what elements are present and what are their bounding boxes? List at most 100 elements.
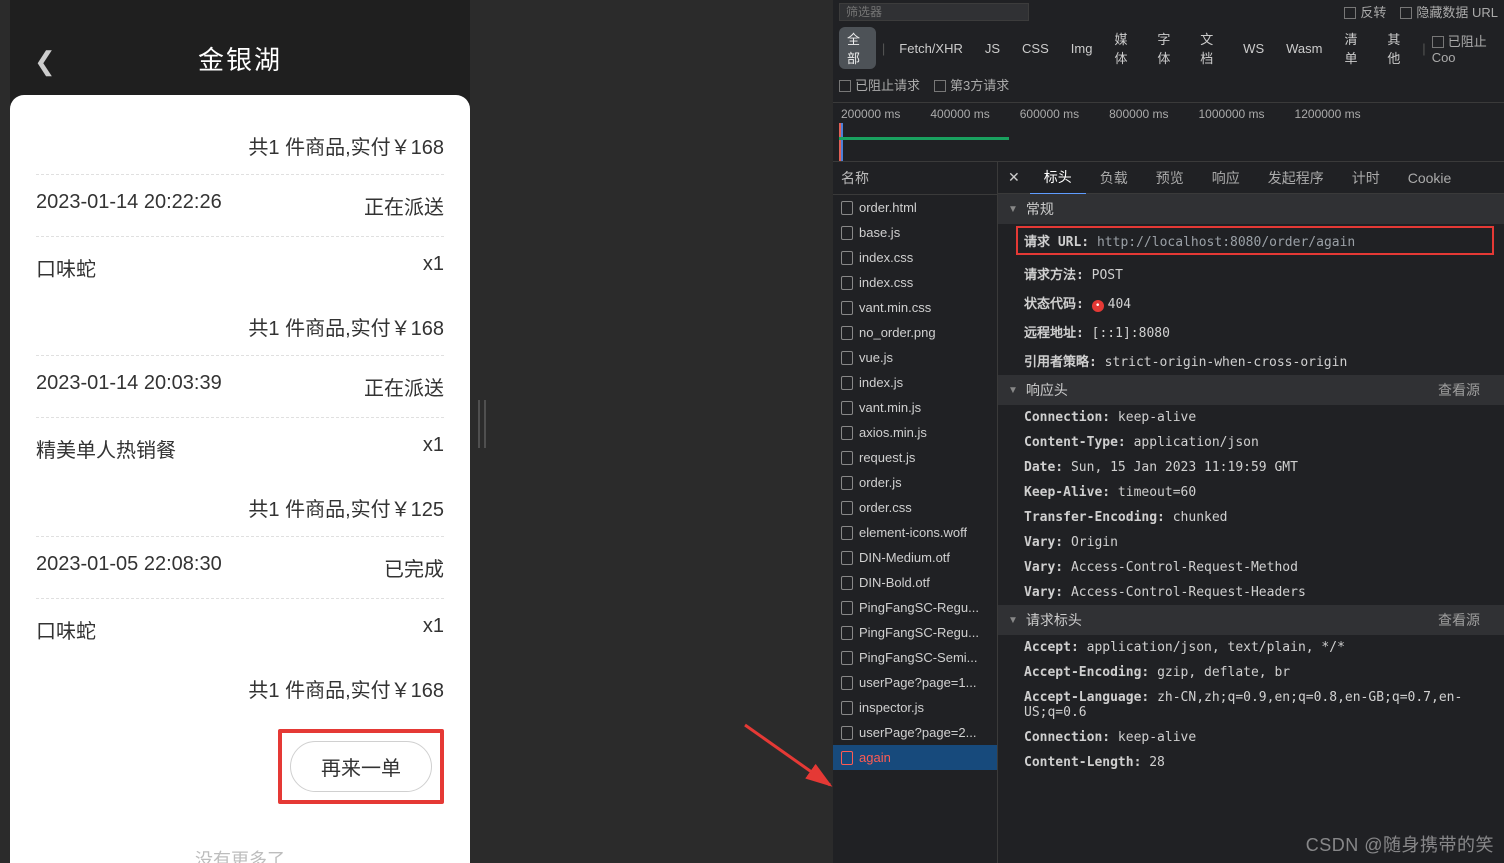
request-row[interactable]: again (833, 745, 997, 770)
file-icon (841, 251, 853, 265)
type-pill[interactable]: Img (1063, 39, 1101, 58)
tab-cookie[interactable]: Cookie (1394, 164, 1466, 192)
request-row[interactable]: PingFangSC-Regu... (833, 595, 997, 620)
type-pill[interactable]: JS (977, 39, 1008, 58)
file-icon (841, 401, 853, 415)
kv-key: Connection: (1024, 410, 1110, 425)
kv-key: Date: (1024, 460, 1063, 475)
tab-timing[interactable]: 计时 (1338, 162, 1394, 194)
kv-val: strict-origin-when-cross-origin (1105, 355, 1348, 370)
file-name: vant.min.js (859, 400, 921, 415)
file-icon (841, 426, 853, 440)
request-row[interactable]: index.js (833, 370, 997, 395)
request-row[interactable]: vant.min.css (833, 295, 997, 320)
filter-input[interactable] (839, 3, 1029, 21)
order-row[interactable]: 2023-01-14 20:03:39 正在派送 (36, 355, 444, 417)
type-pill-all[interactable]: 全部 (839, 27, 876, 69)
kv-key: Transfer-Encoding: (1024, 510, 1165, 525)
type-pill[interactable]: Wasm (1278, 39, 1330, 58)
reorder-button[interactable]: 再来一单 (290, 741, 432, 792)
watermark: CSDN @随身携带的笑 (1306, 831, 1494, 857)
file-icon (841, 551, 853, 565)
type-pill[interactable]: Fetch/XHR (891, 39, 971, 58)
request-row[interactable]: order.js (833, 470, 997, 495)
section-general[interactable]: ▼ 常规 (998, 194, 1504, 224)
order-status: 正在派送 (364, 191, 444, 220)
file-icon (841, 751, 853, 765)
file-icon (841, 376, 853, 390)
kv-val: keep-alive (1118, 410, 1196, 425)
order-item-row: 口味蛇 x1 (36, 598, 444, 660)
request-row[interactable]: userPage?page=2... (833, 720, 997, 745)
request-row[interactable]: PingFangSC-Semi... (833, 645, 997, 670)
file-name: again (859, 750, 891, 765)
type-pill[interactable]: 媒体 (1106, 27, 1143, 69)
order-list[interactable]: 共1 件商品,实付￥168 2023-01-14 20:22:26 正在派送 口… (10, 95, 470, 863)
headers-body[interactable]: ▼ 常规 请求 URL: http://localhost:8080/order… (998, 194, 1504, 863)
request-row[interactable]: vant.min.js (833, 395, 997, 420)
order-row[interactable]: 2023-01-05 22:08:30 已完成 (36, 536, 444, 598)
type-pill[interactable]: WS (1235, 39, 1272, 58)
file-icon (841, 576, 853, 590)
type-pill[interactable]: 字体 (1149, 27, 1186, 69)
kv-val: Access-Control-Request-Method (1071, 560, 1298, 575)
reorder-wrap: 再来一单 (36, 717, 444, 822)
view-source-link[interactable]: 查看源 (1438, 610, 1494, 630)
request-row[interactable]: order.css (833, 495, 997, 520)
request-row[interactable]: request.js (833, 445, 997, 470)
tab-preview[interactable]: 预览 (1142, 162, 1198, 194)
close-icon[interactable]: ✕ (998, 169, 1030, 186)
tab-headers[interactable]: 标头 (1030, 161, 1086, 195)
request-list[interactable]: order.htmlbase.jsindex.cssindex.cssvant.… (833, 195, 997, 863)
tick: 400000 ms (930, 107, 989, 121)
file-name: element-icons.woff (859, 525, 967, 540)
file-name: userPage?page=2... (859, 725, 976, 740)
tab-response[interactable]: 响应 (1198, 162, 1254, 194)
split-drag-handle[interactable] (475, 400, 489, 448)
request-row[interactable]: userPage?page=1... (833, 670, 997, 695)
request-row[interactable]: no_order.png (833, 320, 997, 345)
request-row[interactable]: index.css (833, 270, 997, 295)
request-row[interactable]: vue.js (833, 345, 997, 370)
type-pill[interactable]: 文档 (1192, 27, 1229, 69)
chevron-down-icon: ▼ (1008, 385, 1018, 396)
name-column-header[interactable]: 名称 (833, 162, 997, 195)
order-row[interactable]: 2023-01-14 20:22:26 正在派送 (36, 174, 444, 236)
type-pill[interactable]: 其他 (1379, 27, 1416, 69)
blocked-req-checkbox[interactable]: 已阻止请求 (839, 75, 920, 94)
request-row[interactable]: base.js (833, 220, 997, 245)
resource-type-filters: 全部 | Fetch/XHR JS CSS Img 媒体 字体 文档 WS Wa… (839, 23, 1498, 73)
request-row[interactable]: axios.min.js (833, 420, 997, 445)
kv-key: Connection: (1024, 730, 1110, 745)
tab-payload[interactable]: 负载 (1086, 162, 1142, 194)
request-row[interactable]: DIN-Medium.otf (833, 545, 997, 570)
request-row[interactable]: element-icons.woff (833, 520, 997, 545)
highlight-box: 请求 URL: http://localhost:8080/order/agai… (1016, 226, 1494, 255)
file-icon (841, 276, 853, 290)
request-row[interactable]: PingFangSC-Regu... (833, 620, 997, 645)
blocked-cookie-checkbox[interactable]: 已阻止 Coo (1432, 31, 1498, 65)
back-icon[interactable]: ❮ (34, 46, 64, 77)
type-pill[interactable]: 清单 (1336, 27, 1373, 69)
file-name: request.js (859, 450, 915, 465)
section-response-headers[interactable]: ▼ 响应头 查看源 (998, 375, 1504, 405)
file-name: order.html (859, 200, 917, 215)
third-party-checkbox[interactable]: 第3方请求 (934, 75, 1009, 94)
order-status: 正在派送 (364, 372, 444, 401)
hide-data-url-checkbox[interactable]: 隐藏数据 URL (1400, 2, 1498, 21)
chevron-down-icon: ▼ (1008, 204, 1018, 215)
timeline-overview[interactable]: 200000 ms 400000 ms 600000 ms 800000 ms … (833, 102, 1504, 162)
order-time: 2023-01-05 22:08:30 (36, 553, 222, 582)
request-row[interactable]: order.html (833, 195, 997, 220)
section-request-headers[interactable]: ▼ 请求标头 查看源 (998, 605, 1504, 635)
tab-initiator[interactable]: 发起程序 (1254, 162, 1338, 194)
invert-checkbox[interactable]: 反转 (1344, 2, 1386, 21)
kv-key: Keep-Alive: (1024, 485, 1110, 500)
type-pill[interactable]: CSS (1014, 39, 1057, 58)
request-row[interactable]: inspector.js (833, 695, 997, 720)
view-source-link[interactable]: 查看源 (1438, 380, 1494, 400)
file-icon (841, 601, 853, 615)
request-row[interactable]: DIN-Bold.otf (833, 570, 997, 595)
request-row[interactable]: index.css (833, 245, 997, 270)
kv-key: Content-Length: (1024, 755, 1141, 770)
